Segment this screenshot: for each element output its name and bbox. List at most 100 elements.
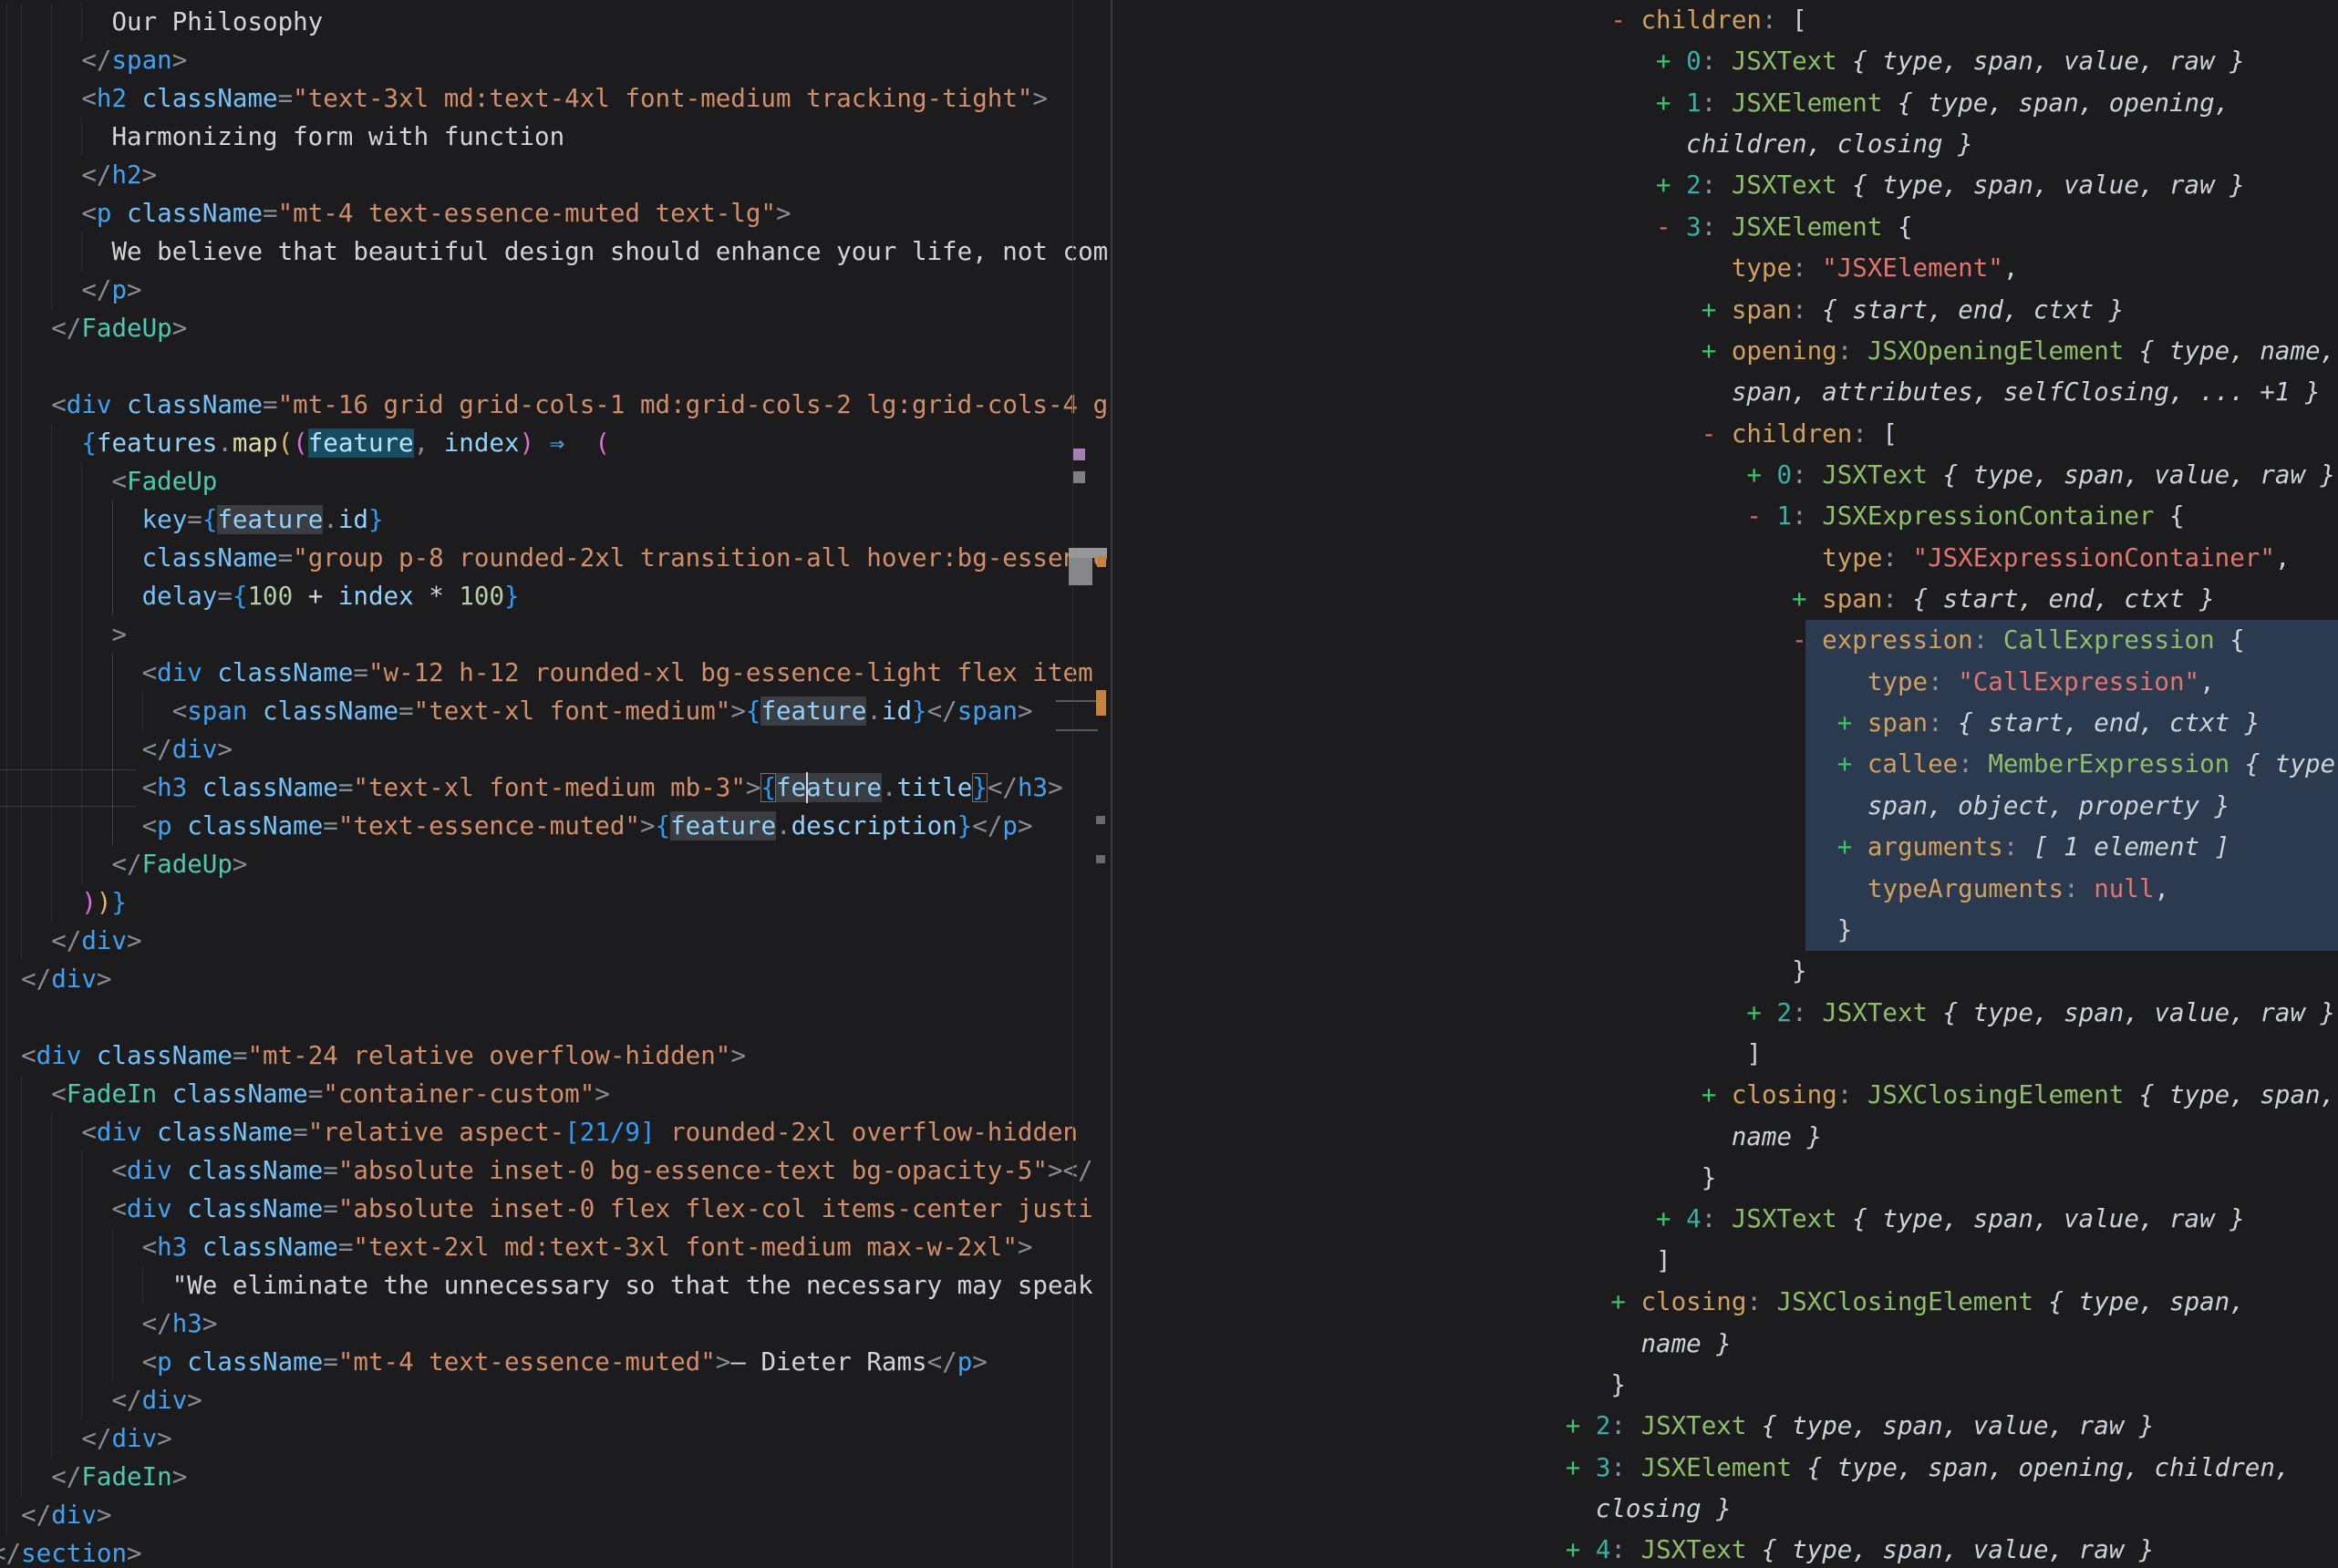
ast-node-row[interactable]: + 3: JSXElement { type, span, opening, c… [1112, 1448, 2338, 1489]
ast-node-row[interactable]: - expression: CallExpression { [1112, 620, 2338, 661]
collapse-icon[interactable]: - [1702, 419, 1717, 449]
ast-node-row[interactable]: + 1: JSXElement { type, span, opening, [1112, 83, 2338, 124]
code-line[interactable]: <span className="text-xl font-medium">{f… [0, 692, 1108, 730]
code-line[interactable] [0, 347, 1108, 386]
code-line[interactable]: </FadeUp> [0, 845, 1108, 883]
indent-guide [51, 577, 52, 615]
expand-icon[interactable]: + [1746, 998, 1762, 1027]
collapse-icon[interactable]: - [1792, 625, 1807, 655]
code-line[interactable]: </div> [0, 1419, 1108, 1458]
ast-node-row[interactable]: + closing: JSXClosingElement { type, spa… [1112, 1075, 2338, 1116]
indent-guide [112, 500, 113, 539]
code-line[interactable]: </h3> [0, 1305, 1108, 1343]
code-line[interactable]: <div className="mt-16 grid grid-cols-1 m… [0, 386, 1108, 424]
code-line[interactable]: </span> [0, 41, 1108, 79]
ast-node-row[interactable]: + callee: MemberExpression { type, [1112, 744, 2338, 785]
code-line[interactable]: <FadeIn className="container-custom"> [0, 1075, 1108, 1113]
ast-node-row[interactable]: + opening: JSXOpeningElement { type, nam… [1112, 331, 2338, 372]
code-line[interactable]: delay={100 + index * 100} [0, 577, 1108, 615]
code-line[interactable]: <h3 className="text-xl font-medium mb-3"… [0, 769, 1108, 807]
code-line[interactable]: {features.map((feature, index) ⇒ ( [0, 424, 1108, 462]
code-line[interactable]: <h2 className="text-3xl md:text-4xl font… [0, 79, 1108, 118]
code-line[interactable]: ))} [0, 883, 1108, 922]
code-line[interactable]: </div> [0, 730, 1108, 769]
collapse-icon[interactable]: - [1610, 5, 1626, 35]
code-line[interactable]: </section> [0, 1534, 1108, 1568]
expand-icon[interactable]: + [1610, 1287, 1626, 1316]
ast-node-row[interactable]: - 3: JSXElement { [1112, 207, 2338, 248]
expand-icon[interactable]: + [1792, 584, 1807, 614]
expand-icon[interactable]: + [1566, 1535, 1581, 1564]
code-line[interactable]: <div className="mt-24 relative overflow-… [0, 1037, 1108, 1075]
ast-node-row[interactable]: + 0: JSXText { type, span, value, raw } [1112, 41, 2338, 82]
ast-node-row[interactable]: + 4: JSXText { type, span, value, raw } [1112, 1530, 2338, 1568]
collapse-icon[interactable]: - [1746, 501, 1762, 531]
expand-icon[interactable]: + [1566, 1411, 1581, 1440]
indent-guide [6, 309, 7, 347]
expand-icon[interactable]: + [1656, 46, 1671, 76]
panel-divider[interactable] [1111, 0, 1112, 1568]
code-line[interactable]: </div> [0, 1496, 1108, 1534]
code-line[interactable]: </p> [0, 271, 1108, 309]
ast-node-row[interactable]: + 2: JSXText { type, span, value, raw } [1112, 165, 2338, 206]
expand-icon[interactable]: + [1702, 336, 1717, 366]
code-line[interactable]: </div> [0, 960, 1108, 998]
code-line[interactable]: <FadeUp [0, 462, 1108, 500]
indent-guide [81, 232, 82, 271]
ast-node-row[interactable]: + 0: JSXText { type, span, value, raw } [1112, 455, 2338, 496]
code-line[interactable]: <p className="text-essence-muted">{featu… [0, 807, 1108, 845]
collapse-icon[interactable]: - [1656, 212, 1671, 242]
expand-icon[interactable]: + [1837, 749, 1853, 779]
expand-icon[interactable]: + [1837, 708, 1853, 738]
ast-node-row[interactable]: + 2: JSXText { type, span, value, raw } [1112, 993, 2338, 1034]
ast-node-row[interactable]: + closing: JSXClosingElement { type, spa… [1112, 1282, 2338, 1323]
ast-node-row[interactable]: + arguments: [ 1 element ] [1112, 827, 2338, 868]
expand-icon[interactable]: + [1746, 460, 1762, 490]
expand-icon[interactable]: + [1702, 295, 1717, 325]
ast-node-row[interactable]: + 2: JSXText { type, span, value, raw } [1112, 1406, 2338, 1447]
ruler-mark-find [1096, 690, 1106, 716]
ast-node-row[interactable]: + span: { start, end, ctxt } [1112, 290, 2338, 331]
expand-icon[interactable]: + [1566, 1453, 1581, 1482]
ast-node-row[interactable]: + 4: JSXText { type, span, value, raw } [1112, 1199, 2338, 1240]
ast-node-row[interactable]: - 1: JSXExpressionContainer { [1112, 496, 2338, 537]
ast-row: name } [1112, 1117, 2338, 1158]
indent-guide [21, 1113, 22, 1151]
code-line[interactable]: Our Philosophy [0, 3, 1108, 41]
code-line[interactable]: Harmonizing form with function [0, 118, 1108, 156]
code-line[interactable] [0, 998, 1108, 1037]
code-line[interactable]: <div className="relative aspect-[21/9] r… [0, 1113, 1108, 1151]
indent-guide [6, 1113, 7, 1151]
code-line[interactable]: <p className="mt-4 text-essence-muted">—… [0, 1343, 1108, 1381]
code-line[interactable]: <h3 className="text-2xl md:text-3xl font… [0, 1228, 1108, 1266]
code-line[interactable]: We believe that beautiful design should … [0, 232, 1108, 271]
code-line[interactable]: <div className="absolute inset-0 flex fl… [0, 1190, 1108, 1228]
code-line[interactable]: "We eliminate the unnecessary so that th… [0, 1266, 1108, 1305]
ast-node-row[interactable]: + span: { start, end, ctxt } [1112, 703, 2338, 744]
ast-node-row[interactable]: - children: [ [1112, 414, 2338, 455]
code-line[interactable]: key={feature.id} [0, 500, 1108, 539]
overview-ruler-lane [1072, 0, 1073, 1568]
ast-node-row[interactable]: + span: { start, end, ctxt } [1112, 579, 2338, 620]
expand-icon[interactable]: + [1656, 1204, 1671, 1233]
expand-icon[interactable]: + [1656, 170, 1671, 200]
expand-icon[interactable]: + [1837, 832, 1853, 861]
code-editor-pane[interactable]: Our Philosophy </span> <h2 className="te… [0, 0, 1111, 1568]
expand-icon[interactable]: + [1702, 1080, 1717, 1109]
code-line[interactable]: <div className="absolute inset-0 bg-esse… [0, 1151, 1108, 1190]
indent-guide [81, 118, 82, 156]
code-line[interactable]: </FadeUp> [0, 309, 1108, 347]
ast-tree-panel[interactable]: - children: [ + 0: JSXText { type, span,… [1112, 0, 2338, 1568]
code-line[interactable]: <div className="w-12 h-12 rounded-xl bg-… [0, 654, 1108, 692]
code-line[interactable]: > [0, 615, 1108, 654]
code-line[interactable]: </div> [0, 1381, 1108, 1419]
code-line[interactable]: <p className="mt-4 text-essence-muted te… [0, 194, 1108, 232]
code-line[interactable]: className="group p-8 rounded-2xl transit… [0, 539, 1108, 577]
expand-icon[interactable]: + [1656, 88, 1671, 118]
code-line[interactable]: </div> [0, 922, 1108, 960]
ast-node-row[interactable]: - children: [ [1112, 0, 2338, 41]
code-line[interactable]: </FadeIn> [0, 1458, 1108, 1496]
indent-guide [6, 79, 7, 118]
indent-guide [51, 194, 52, 232]
code-line[interactable]: </h2> [0, 156, 1108, 194]
